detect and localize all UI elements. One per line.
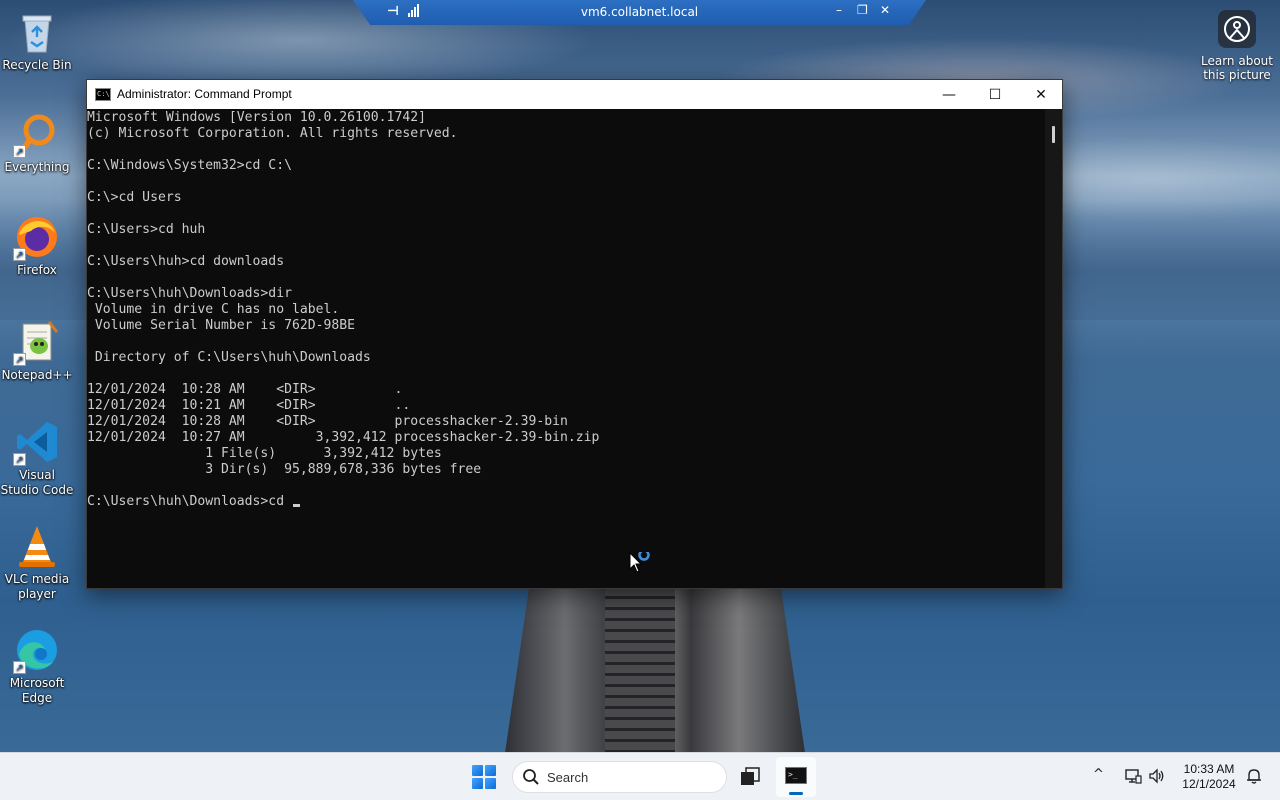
shortcut-arrow-icon: ↗ bbox=[13, 353, 26, 366]
console-line: 3 Dir(s) 95,889,678,336 bytes free bbox=[87, 462, 482, 477]
vscode-icon: ↗ bbox=[13, 418, 61, 466]
desktop-icon-label: Microsoft Edge bbox=[9, 676, 65, 705]
cmd-window-title: Administrator: Command Prompt bbox=[117, 87, 292, 101]
maximize-button[interactable]: ☐ bbox=[972, 80, 1018, 109]
wallpaper-pier-steps bbox=[605, 588, 675, 753]
clock-time: 10:33 AM bbox=[1183, 762, 1235, 776]
shortcut-arrow-icon: ↗ bbox=[13, 145, 26, 158]
network-icon[interactable] bbox=[1124, 767, 1142, 785]
desktop-icon-label: Recycle Bin bbox=[2, 58, 72, 72]
minimize-button[interactable]: — bbox=[926, 80, 972, 109]
console-line: C:\Users>cd huh bbox=[87, 222, 206, 237]
close-button[interactable]: ✕ bbox=[1018, 80, 1064, 109]
console-scrollbar[interactable] bbox=[1045, 109, 1062, 588]
taskbar-command-prompt[interactable]: >_ bbox=[776, 757, 816, 797]
console-line: C:\>cd Users bbox=[87, 190, 182, 205]
scrollbar-thumb[interactable] bbox=[1052, 126, 1055, 143]
cmd-app-icon[interactable]: C:\ bbox=[95, 88, 111, 101]
shortcut-arrow-icon: ↗ bbox=[13, 661, 26, 674]
command-prompt-window[interactable]: C:\ Administrator: Command Prompt — ☐ ✕ … bbox=[86, 79, 1063, 589]
desktop-icon-label: Notepad++ bbox=[1, 368, 73, 382]
console-line: C:\Users\huh>cd downloads bbox=[87, 254, 285, 269]
rdp-minimize-button[interactable]: – bbox=[836, 3, 842, 17]
search-icon bbox=[522, 768, 540, 789]
learn-about-picture[interactable]: Learn about this picture bbox=[1198, 10, 1276, 82]
console-line: 12/01/2024 10:27 AM 3,392,412 processhac… bbox=[87, 430, 600, 445]
console-line: Volume in drive C has no label. bbox=[87, 302, 340, 317]
console-prompt: C:\Users\huh\Downloads>cd bbox=[87, 494, 292, 509]
windows-logo-icon bbox=[472, 765, 483, 776]
console-line: C:\Users\huh\Downloads>dir bbox=[87, 286, 292, 301]
edge-icon: ↗ bbox=[13, 626, 61, 674]
rdp-connection-bar: ⊣ vm6.collabnet.local – ❐ ✕ bbox=[353, 0, 926, 25]
console-line: 1 File(s) 3,392,412 bytes bbox=[87, 446, 442, 461]
tray-overflow-chevron-icon[interactable]: ^ bbox=[1093, 767, 1104, 782]
cmd-taskbar-icon: >_ bbox=[785, 767, 807, 784]
console-line: Volume Serial Number is 762D-98BE bbox=[87, 318, 356, 333]
console-line: (c) Microsoft Corporation. All rights re… bbox=[87, 126, 458, 141]
console-line: 12/01/2024 10:28 AM <DIR> . bbox=[87, 382, 403, 397]
everything-search-icon: ↗ bbox=[13, 110, 61, 158]
recycle-bin-icon bbox=[13, 8, 61, 56]
console-line: Directory of C:\Users\huh\Downloads bbox=[87, 350, 371, 365]
console-line: 12/01/2024 10:28 AM <DIR> processhacker-… bbox=[87, 414, 568, 429]
camera-info-icon bbox=[1218, 10, 1256, 48]
desktop-icon-label: Everything bbox=[4, 160, 70, 174]
console-line: Microsoft Windows [Version 10.0.26100.17… bbox=[87, 110, 426, 125]
start-button[interactable] bbox=[472, 765, 496, 789]
rdp-close-button[interactable]: ✕ bbox=[880, 3, 890, 17]
vlc-icon bbox=[13, 522, 61, 570]
shortcut-arrow-icon: ↗ bbox=[13, 453, 26, 466]
active-app-indicator bbox=[789, 792, 803, 795]
volume-icon[interactable] bbox=[1148, 767, 1166, 785]
clock-date: 12/1/2024 bbox=[1182, 777, 1236, 791]
taskbar: Search >_ ^ 10:33 AM 12/1/2024 bbox=[0, 752, 1280, 800]
search-label: Search bbox=[547, 770, 589, 785]
desktop-icon-vscode[interactable]: ↗ Visual Studio Code bbox=[0, 418, 74, 498]
firefox-icon: ↗ bbox=[13, 213, 61, 261]
desktop-icon-recycle-bin[interactable]: Recycle Bin bbox=[0, 8, 74, 73]
desktop-icon-vlc[interactable]: VLC media player bbox=[0, 522, 74, 602]
taskbar-clock[interactable]: 10:33 AM 12/1/2024 bbox=[1176, 762, 1242, 792]
desktop-icon-notepad-plus-plus[interactable]: ↗ Notepad++ bbox=[0, 318, 74, 383]
console-line: 12/01/2024 10:21 AM <DIR> .. bbox=[87, 398, 411, 413]
console-prompt-line[interactable]: C:\Users\huh\Downloads>cd bbox=[87, 494, 1062, 510]
desktop-icon-label: Firefox bbox=[17, 263, 57, 277]
desktop-icon-firefox[interactable]: ↗ Firefox bbox=[0, 213, 74, 278]
text-cursor bbox=[292, 504, 300, 507]
task-view-icon[interactable] bbox=[740, 767, 760, 787]
desktop-icon-everything[interactable]: ↗ Everything bbox=[0, 110, 74, 175]
desktop-icon-label: VLC media player bbox=[4, 572, 70, 601]
learn-about-picture-label: Learn about this picture bbox=[1201, 54, 1273, 82]
desktop-icon-label: Visual Studio Code bbox=[0, 468, 74, 497]
rdp-restore-button[interactable]: ❐ bbox=[857, 3, 868, 17]
console-line: C:\Windows\System32>cd C:\ bbox=[87, 158, 292, 173]
cmd-titlebar[interactable]: C:\ Administrator: Command Prompt — ☐ ✕ bbox=[87, 80, 1062, 109]
notification-bell-icon[interactable] bbox=[1246, 767, 1262, 785]
notepad-plus-plus-icon: ↗ bbox=[13, 318, 61, 366]
taskbar-search[interactable]: Search bbox=[512, 761, 727, 793]
busy-cursor-icon bbox=[629, 549, 653, 576]
console-output[interactable]: Microsoft Windows [Version 10.0.26100.17… bbox=[87, 109, 1062, 588]
desktop-icon-edge[interactable]: ↗ Microsoft Edge bbox=[0, 626, 74, 706]
shortcut-arrow-icon: ↗ bbox=[13, 248, 26, 261]
